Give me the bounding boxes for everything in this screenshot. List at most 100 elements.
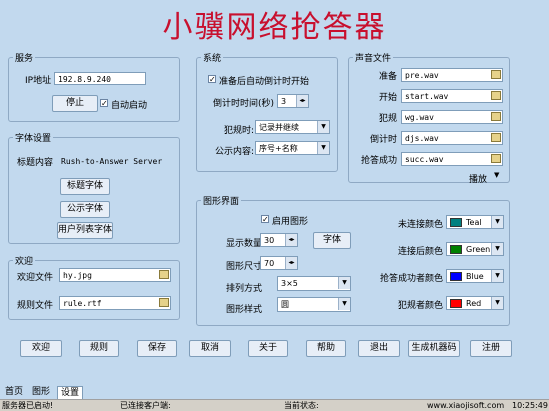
style-select[interactable]: 圆 ▼	[277, 297, 351, 312]
spinner-arrows-icon[interactable]: ◂▸	[285, 257, 297, 269]
userlist-font-button[interactable]: 用户列表字体	[57, 222, 113, 239]
violation-label: 犯规时:	[224, 126, 255, 136]
color-label: 抢答成功者颜色	[379, 274, 443, 284]
bottom-button[interactable]: 帮助	[306, 340, 346, 357]
sound-file-value: start.wav	[405, 92, 449, 101]
graphics-caption: 图形界面	[201, 194, 242, 207]
app-title: 小骥网络抢答器	[162, 10, 387, 45]
bottom-button[interactable]: 取消	[189, 340, 231, 357]
spinner-arrows-icon[interactable]: ◂▸	[296, 95, 308, 107]
notice-label: 公示内容:	[215, 147, 255, 157]
title-content-label: 标题内容	[17, 158, 54, 168]
color-select[interactable]: Red ▼	[446, 296, 504, 310]
bottom-button[interactable]: 注册	[470, 340, 512, 357]
play-label[interactable]: 播放	[469, 172, 487, 185]
spinner-arrows-icon[interactable]: ◂▸	[285, 234, 297, 246]
autostart-checkbox[interactable]: ✓	[100, 99, 108, 108]
notice-select[interactable]: 序号+名称 ▼	[255, 141, 330, 155]
welcome-file-label: 欢迎文件	[17, 273, 54, 283]
size-value: 70	[264, 259, 275, 268]
stop-button[interactable]: 停止	[52, 95, 98, 112]
ip-input[interactable]: 192.8.9.240	[54, 72, 146, 85]
chevron-down-icon[interactable]: ▼	[338, 277, 350, 289]
tab[interactable]: 首页	[2, 386, 26, 398]
color-label: 未连接颜色	[397, 220, 443, 230]
count-label: 显示数量	[226, 239, 263, 249]
autostart-label: 自动启动	[111, 101, 148, 111]
sound-file-input[interactable]: start.wav	[401, 89, 503, 103]
sound-label: 准备	[378, 72, 397, 82]
enable-graphics-checkbox[interactable]: ✓	[261, 215, 269, 224]
service-group: 服务 IP地址 192.8.9.240 停止 ✓ 自动启动	[8, 51, 180, 122]
countdown-spinner[interactable]: 3 ◂▸	[277, 94, 309, 108]
system-caption: 系统	[201, 51, 224, 64]
rule-file-input[interactable]: rule.rtf	[59, 296, 171, 310]
folder-icon[interactable]	[491, 133, 501, 142]
title-font-button[interactable]: 标题字体	[60, 178, 110, 195]
sound-file-input[interactable]: succ.wav	[401, 152, 503, 166]
folder-icon[interactable]	[491, 91, 501, 100]
welcome-file-input[interactable]: hy.jpg	[59, 268, 171, 282]
bottom-button[interactable]: 关于	[248, 340, 288, 357]
folder-icon[interactable]	[491, 154, 501, 163]
arrange-value: 3×5	[281, 279, 298, 288]
sound-file-input[interactable]: djs.wav	[401, 131, 503, 145]
chevron-down-icon[interactable]: ▼	[317, 142, 329, 154]
chevron-down-icon[interactable]: ▼	[491, 270, 503, 282]
folder-icon[interactable]	[159, 298, 169, 307]
chevron-down-icon[interactable]: ▼	[491, 216, 503, 228]
bottom-button[interactable]: 欢迎	[20, 340, 62, 357]
bottom-button[interactable]: 规则	[79, 340, 119, 357]
notice-value: 序号+名称	[259, 144, 298, 153]
violation-select[interactable]: 记录并继续 ▼	[255, 120, 330, 134]
folder-icon[interactable]	[491, 70, 501, 79]
sound-file-value: succ.wav	[405, 155, 444, 164]
system-group: 系统 ✓ 准备后自动倒计时开始 倒计时时间(秒) 3 ◂▸ 犯规时: 记录并继续…	[196, 51, 338, 172]
tab[interactable]: 图形	[29, 386, 53, 398]
bottom-button[interactable]: 生成机器码	[408, 340, 460, 357]
color-select[interactable]: Teal ▼	[446, 215, 504, 229]
color-swatch	[450, 218, 462, 227]
color-select[interactable]: Green ▼	[446, 242, 504, 256]
status-server: 服务器已启动!	[2, 401, 54, 410]
chevron-down-icon[interactable]: ▼	[494, 171, 499, 179]
tab[interactable]: 设置	[57, 386, 84, 399]
sound-label: 抢答成功	[360, 156, 397, 166]
chevron-down-icon[interactable]: ▼	[491, 297, 503, 309]
sound-file-input[interactable]: pre.wav	[401, 68, 503, 82]
rule-file-value: rule.rtf	[63, 299, 102, 308]
status-url: www.xiaojisoft.com	[427, 401, 505, 410]
sound-label: 开始	[378, 93, 397, 103]
color-value: Teal	[466, 218, 482, 227]
arrange-select[interactable]: 3×5 ▼	[277, 276, 351, 291]
status-time: 10:25:49	[512, 401, 548, 410]
autocountdown-label: 准备后自动倒计时开始	[219, 77, 310, 87]
color-value: Green	[466, 245, 491, 254]
sound-group: 声音文件 准备 pre.wav 开始 start.wav 犯规 wg.wav 倒计时 djs.…	[348, 51, 510, 185]
color-value: Red	[466, 299, 482, 308]
welcome-group: 欢迎 欢迎文件 hy.jpg 规则文件 rule.rtf	[8, 254, 180, 320]
sound-file-input[interactable]: wg.wav	[401, 110, 503, 124]
folder-icon[interactable]	[159, 270, 169, 279]
enable-graphics-label: 启用图形	[272, 217, 309, 227]
bottom-button[interactable]: 保存	[137, 340, 177, 357]
count-spinner[interactable]: 30 ◂▸	[260, 233, 298, 247]
chevron-down-icon[interactable]: ▼	[317, 121, 329, 133]
notice-font-button[interactable]: 公示字体	[60, 201, 110, 218]
countdown-value: 3	[281, 97, 287, 106]
chevron-down-icon[interactable]: ▼	[338, 298, 350, 310]
color-swatch	[450, 299, 462, 308]
title-content-input[interactable]: Rush-to-Answer Server	[57, 154, 173, 167]
graphics-font-button[interactable]: 字体	[313, 232, 351, 249]
chevron-down-icon[interactable]: ▼	[491, 243, 503, 255]
bottom-button[interactable]: 退出	[358, 340, 400, 357]
sound-label: 犯规	[378, 114, 397, 124]
welcome-file-value: hy.jpg	[63, 271, 92, 280]
color-select[interactable]: Blue ▼	[446, 269, 504, 283]
autocountdown-checkbox[interactable]: ✓	[208, 75, 216, 84]
size-spinner[interactable]: 70 ◂▸	[260, 256, 298, 270]
color-label: 连接后颜色	[397, 247, 443, 257]
sound-file-value: djs.wav	[405, 134, 439, 143]
color-value: Blue	[466, 272, 484, 281]
folder-icon[interactable]	[491, 112, 501, 121]
